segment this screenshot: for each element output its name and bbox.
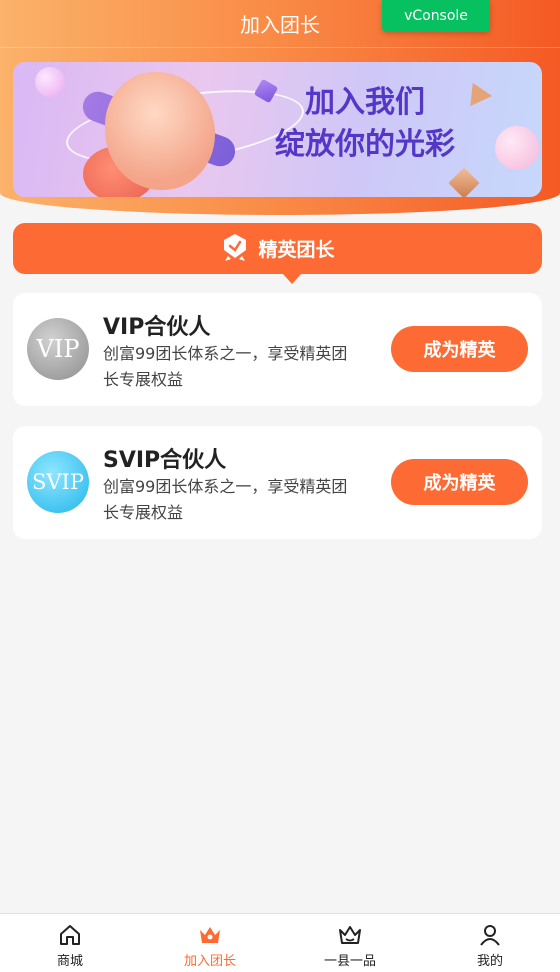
card-description: 创富99团长体系之一，享受精英团长专展权益 [103, 344, 348, 389]
bottom-tabbar: 商城 加入团长 一县一品 我的 [0, 913, 560, 972]
vconsole-button[interactable]: vConsole [382, 0, 490, 32]
svip-badge-icon: SVIP [27, 451, 89, 513]
tab-join-leader[interactable]: 加入团长 [140, 914, 280, 972]
join-banner[interactable]: 加入我们 绽放你的光彩 [13, 62, 542, 197]
decor-bubble [495, 126, 539, 170]
tab-label: 加入团长 [183, 954, 236, 969]
decor-gem [448, 167, 480, 197]
tab-county-product[interactable]: 一县一品 [280, 914, 420, 972]
banner-line-1: 加入我们 [305, 85, 425, 120]
decor-bubble [35, 67, 65, 97]
tab-mall[interactable]: 商城 [0, 914, 140, 972]
page-title: 加入团长 [240, 13, 320, 37]
hand-illustration [105, 72, 215, 190]
become-elite-button[interactable]: 成为精英 [391, 326, 528, 372]
banner-headline: 加入我们 绽放你的光彩 [245, 82, 485, 166]
card-name: SVIP合伙人 [103, 448, 227, 473]
banner-line-2: 绽放你的光彩 [275, 127, 455, 162]
card-name: VIP合伙人 [103, 315, 211, 340]
card-vip: VIP VIP合伙人 创富99团长体系之一，享受精英团长专展权益 成为精英 [13, 293, 542, 406]
crown-outline-icon [339, 926, 361, 944]
user-icon [480, 925, 500, 946]
card-description: 创富99团长体系之一，享受精英团长专展权益 [103, 477, 348, 522]
card-svip: SVIP SVIP合伙人 创富99团长体系之一，享受精英团长专展权益 成为精英 [13, 426, 542, 539]
become-elite-button[interactable]: 成为精英 [391, 459, 528, 505]
crown-icon [200, 927, 220, 943]
section-title: 精英团长 [258, 239, 335, 261]
tab-mine[interactable]: 我的 [420, 914, 560, 972]
tab-label: 商城 [56, 954, 83, 969]
medal-icon [220, 232, 250, 266]
vip-badge-icon: VIP [27, 318, 89, 380]
home-icon [60, 925, 80, 945]
tab-label: 一县一品 [323, 954, 376, 969]
section-tab-elite[interactable]: 精英团长 [13, 223, 542, 284]
tab-label: 我的 [476, 954, 503, 969]
